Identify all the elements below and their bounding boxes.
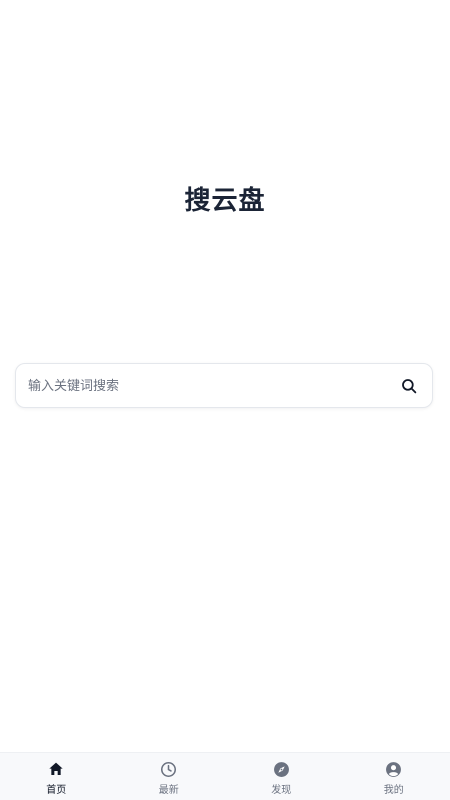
tab-discover-label: 发现 xyxy=(271,785,292,796)
tab-discover[interactable]: 发现 xyxy=(225,753,338,800)
tab-mine-label: 我的 xyxy=(383,785,404,796)
home-icon xyxy=(47,760,65,778)
search-button[interactable] xyxy=(394,371,424,401)
app-title: 搜云盘 xyxy=(184,186,266,216)
search-icon xyxy=(402,379,417,394)
tab-home[interactable]: 首页 xyxy=(0,753,113,800)
search-box xyxy=(15,363,433,409)
tab-mine[interactable]: 我的 xyxy=(338,753,450,800)
user-icon xyxy=(385,760,403,778)
search-input[interactable] xyxy=(26,364,390,409)
tab-latest[interactable]: 最新 xyxy=(113,753,226,800)
tab-home-label: 首页 xyxy=(46,785,67,796)
tab-latest-label: 最新 xyxy=(158,785,179,796)
compass-icon xyxy=(272,760,290,778)
clock-icon xyxy=(160,760,178,778)
page: 搜云盘 首页 最新 xyxy=(0,0,450,800)
bottom-tab-bar: 首页 最新 发现 我的 xyxy=(0,752,450,800)
